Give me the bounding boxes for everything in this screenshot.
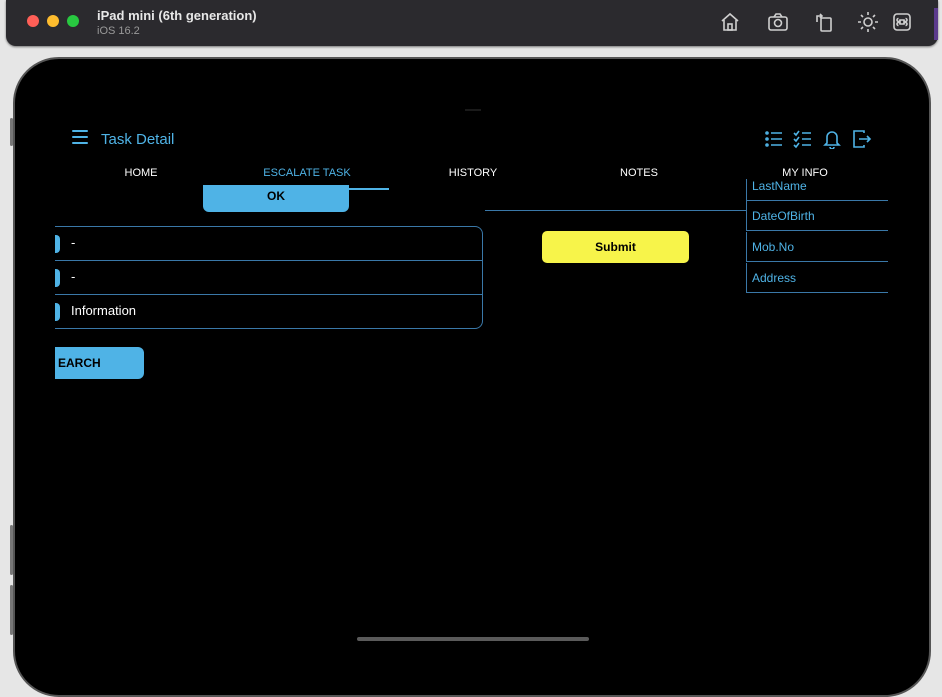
row-marker — [55, 235, 60, 253]
close-window-button[interactable] — [27, 15, 39, 27]
row-marker — [55, 269, 60, 287]
info-item-dateofbirth[interactable]: DateOfBirth — [746, 201, 888, 231]
my-info-panel: LastName DateOfBirth Mob.No Address — [746, 179, 888, 303]
list-item[interactable]: - — [55, 260, 482, 294]
active-tab-indicator — [223, 188, 389, 190]
tab-escalate-task[interactable]: ESCALATE TASK — [224, 167, 390, 179]
logout-icon[interactable] — [852, 129, 872, 149]
zoom-window-button[interactable] — [67, 15, 79, 27]
info-item-mob-no[interactable]: Mob.No — [746, 232, 888, 262]
device-name: iPad mini (6th generation) — [97, 8, 257, 23]
info-item-lastname[interactable]: LastName — [746, 179, 888, 201]
home-icon[interactable] — [718, 10, 742, 34]
home-indicator[interactable] — [357, 637, 589, 641]
tab-my-info[interactable]: MY INFO — [722, 167, 888, 179]
rotate-icon[interactable] — [812, 10, 836, 34]
menu-icon[interactable] — [72, 130, 88, 144]
app-screen: Task Detail HOME ESCALATE TASK HISTORY N… — [15, 59, 929, 695]
list-item-label: - — [71, 235, 76, 250]
list-item-label: Information — [71, 303, 137, 318]
minimize-window-button[interactable] — [47, 15, 59, 27]
submit-button[interactable]: Submit — [542, 231, 689, 263]
bell-icon[interactable] — [822, 129, 842, 150]
divider — [485, 210, 747, 211]
row-marker — [55, 303, 60, 321]
tab-notes[interactable]: NOTES — [556, 167, 722, 179]
window-edge — [934, 8, 938, 40]
ipad-device: Task Detail HOME ESCALATE TASK HISTORY N… — [13, 57, 931, 697]
checklist-icon[interactable] — [793, 129, 813, 149]
command-icon[interactable] — [890, 10, 914, 34]
info-item-address[interactable]: Address — [746, 263, 888, 293]
os-version: iOS 16.2 — [97, 25, 140, 37]
screenshot-icon[interactable] — [766, 10, 790, 34]
info-list: - - Information — [55, 226, 483, 329]
brightness-icon[interactable] — [856, 10, 880, 34]
simulator-titlebar: iPad mini (6th generation) iOS 16.2 — [6, 0, 938, 46]
search-button[interactable]: EARCH — [55, 347, 144, 379]
page-title: Task Detail — [101, 131, 175, 148]
list-item[interactable]: Information — [55, 294, 482, 328]
list-icon[interactable] — [764, 129, 784, 149]
tab-history[interactable]: HISTORY — [390, 167, 556, 179]
list-item[interactable]: - — [55, 227, 482, 260]
list-item-label: - — [71, 269, 76, 284]
tab-home[interactable]: HOME — [58, 167, 224, 179]
